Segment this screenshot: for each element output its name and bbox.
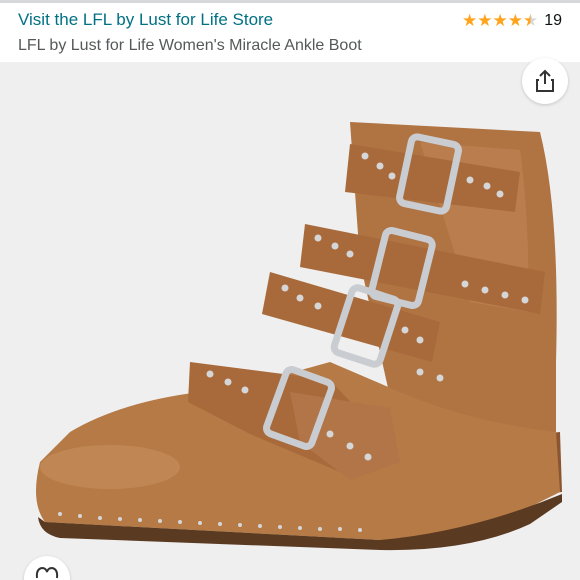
product-image[interactable]: [0, 62, 580, 580]
star-icon: ★: [492, 11, 508, 30]
rating[interactable]: ★ ★ ★ ★ ★ 19: [462, 10, 562, 32]
share-icon: [536, 69, 554, 92]
star-icon: ★: [461, 11, 478, 30]
store-link[interactable]: Visit the LFL by Lust for Life Store: [18, 10, 273, 30]
product-title: LFL by Lust for Life Women's Miracle Ank…: [18, 37, 362, 54]
half-star-icon: ★: [522, 11, 539, 30]
star-icon: ★: [507, 11, 523, 30]
review-count[interactable]: 19: [544, 12, 562, 30]
heart-icon: [35, 566, 59, 579]
product-header: Visit the LFL by Lust for Life Store ★ ★…: [0, 0, 580, 62]
divider: [0, 0, 580, 3]
share-button[interactable]: [522, 58, 568, 104]
star-rating: ★ ★ ★ ★ ★: [462, 11, 538, 31]
star-icon: ★: [477, 11, 493, 30]
